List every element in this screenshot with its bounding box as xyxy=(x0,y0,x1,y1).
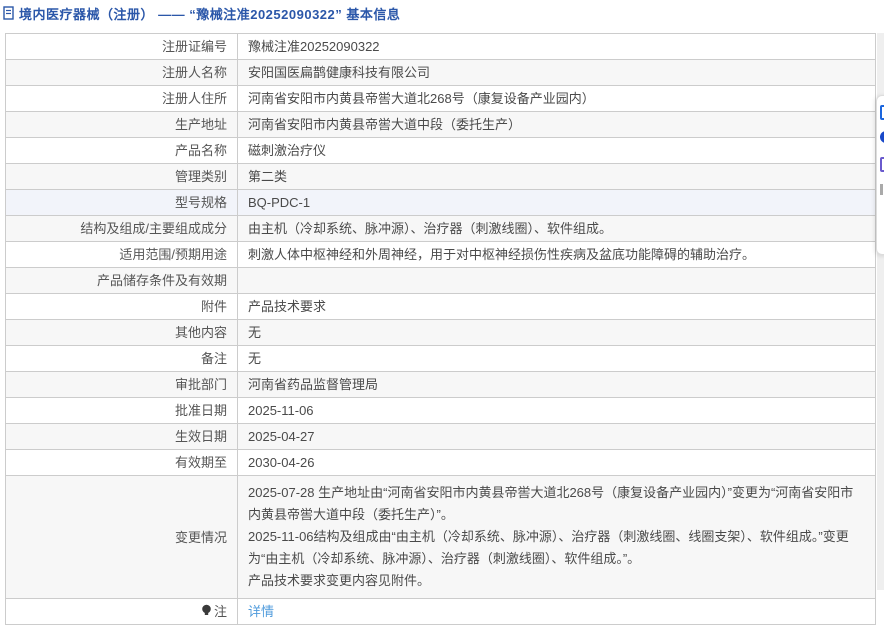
registrant-address-value: 河南省安阳市内黄县帝喾大道北268号（康复设备产业园内） xyxy=(238,86,876,112)
cert-number-label: 注册证编号 xyxy=(6,34,238,60)
other-content-value: 无 xyxy=(238,320,876,346)
clipped-icon-1[interactable] xyxy=(880,105,884,120)
approval-department-label: 审批部门 xyxy=(6,372,238,398)
row-production-address: 生产地址 河南省安阳市内黄县帝喾大道中段（委托生产） xyxy=(6,112,876,138)
page-title: 境内医疗器械（注册） —— “豫械注准20252090322” 基本信息 xyxy=(19,4,400,23)
document-icon xyxy=(3,6,15,20)
note-label-cell: 注 xyxy=(6,599,238,625)
row-model-spec[interactable]: 型号规格 BQ-PDC-1 xyxy=(6,190,876,216)
device-info-section: 注册证编号 豫械注准20252090322 注册人名称 安阳国医扁鹊健康科技有限… xyxy=(5,33,876,625)
expiry-date-label: 有效期至 xyxy=(6,450,238,476)
cert-number-value: 豫械注准20252090322 xyxy=(238,34,876,60)
approval-date-value: 2025-11-06 xyxy=(238,398,876,424)
expiry-date-value: 2030-04-26 xyxy=(238,450,876,476)
row-intended-use: 适用范围/预期用途 刺激人体中枢神经和外周神经，用于对中枢神经损伤性疾病及盆底功… xyxy=(6,242,876,268)
row-expiry-date: 有效期至 2030-04-26 xyxy=(6,450,876,476)
details-link[interactable]: 详情 xyxy=(248,604,274,619)
product-name-label: 产品名称 xyxy=(6,138,238,164)
approval-department-value: 河南省药品监督管理局 xyxy=(238,372,876,398)
row-other-content: 其他内容 无 xyxy=(6,320,876,346)
note-label: 注 xyxy=(214,603,227,620)
production-address-value: 河南省安阳市内黄县帝喾大道中段（委托生产） xyxy=(238,112,876,138)
structure-composition-value: 由主机（冷却系统、脉冲源）、治疗器（刺激线圈）、软件组成。 xyxy=(238,216,876,242)
row-registrant-name: 注册人名称 安阳国医扁鹊健康科技有限公司 xyxy=(6,60,876,86)
row-remark: 备注 无 xyxy=(6,346,876,372)
model-spec-value: BQ-PDC-1 xyxy=(238,190,876,216)
row-storage-validity: 产品储存条件及有效期 xyxy=(6,268,876,294)
storage-validity-label: 产品储存条件及有效期 xyxy=(6,268,238,294)
note-bulb-icon xyxy=(201,603,212,620)
row-effective-date: 生效日期 2025-04-27 xyxy=(6,424,876,450)
row-cert-number: 注册证编号 豫械注准20252090322 xyxy=(6,34,876,60)
clipped-icon-2[interactable] xyxy=(880,131,884,143)
row-registrant-address: 注册人住所 河南省安阳市内黄县帝喾大道北268号（康复设备产业园内） xyxy=(6,86,876,112)
remark-label: 备注 xyxy=(6,346,238,372)
row-attachment: 附件 产品技术要求 xyxy=(6,294,876,320)
row-approval-date: 批准日期 2025-11-06 xyxy=(6,398,876,424)
change-info-label: 变更情况 xyxy=(6,476,238,599)
production-address-label: 生产地址 xyxy=(6,112,238,138)
clipped-icon-3[interactable] xyxy=(880,157,884,172)
clipped-icon-4[interactable] xyxy=(880,184,883,195)
structure-composition-label: 结构及组成/主要组成成分 xyxy=(6,216,238,242)
attachment-value: 产品技术要求 xyxy=(238,294,876,320)
row-note: 注 详情 xyxy=(6,599,876,625)
effective-date-label: 生效日期 xyxy=(6,424,238,450)
page-header: 境内医疗器械（注册） —— “豫械注准20252090322” 基本信息 xyxy=(3,3,400,23)
change-info-value: 2025-07-28 生产地址由“河南省安阳市内黄县帝喾大道北268号（康复设备… xyxy=(238,476,876,599)
management-class-value: 第二类 xyxy=(238,164,876,190)
row-change-info: 变更情况 2025-07-28 生产地址由“河南省安阳市内黄县帝喾大道北268号… xyxy=(6,476,876,599)
row-approval-department: 审批部门 河南省药品监督管理局 xyxy=(6,372,876,398)
registrant-address-label: 注册人住所 xyxy=(6,86,238,112)
note-value-cell: 详情 xyxy=(238,599,876,625)
other-content-label: 其他内容 xyxy=(6,320,238,346)
approval-date-label: 批准日期 xyxy=(6,398,238,424)
intended-use-label: 适用范围/预期用途 xyxy=(6,242,238,268)
row-product-name: 产品名称 磁刺激治疗仪 xyxy=(6,138,876,164)
registrant-name-label: 注册人名称 xyxy=(6,60,238,86)
row-structure-composition: 结构及组成/主要组成成分 由主机（冷却系统、脉冲源）、治疗器（刺激线圈）、软件组… xyxy=(6,216,876,242)
management-class-label: 管理类别 xyxy=(6,164,238,190)
product-name-value: 磁刺激治疗仪 xyxy=(238,138,876,164)
device-info-table: 注册证编号 豫械注准20252090322 注册人名称 安阳国医扁鹊健康科技有限… xyxy=(5,33,876,625)
remark-value: 无 xyxy=(238,346,876,372)
row-management-class: 管理类别 第二类 xyxy=(6,164,876,190)
effective-date-value: 2025-04-27 xyxy=(238,424,876,450)
intended-use-value: 刺激人体中枢神经和外周神经，用于对中枢神经损伤性疾病及盆底功能障碍的辅助治疗。 xyxy=(238,242,876,268)
storage-validity-value xyxy=(238,268,876,294)
registrant-name-value: 安阳国医扁鹊健康科技有限公司 xyxy=(238,60,876,86)
floating-side-toolbar[interactable] xyxy=(876,95,884,255)
model-spec-label: 型号规格 xyxy=(6,190,238,216)
attachment-label: 附件 xyxy=(6,294,238,320)
